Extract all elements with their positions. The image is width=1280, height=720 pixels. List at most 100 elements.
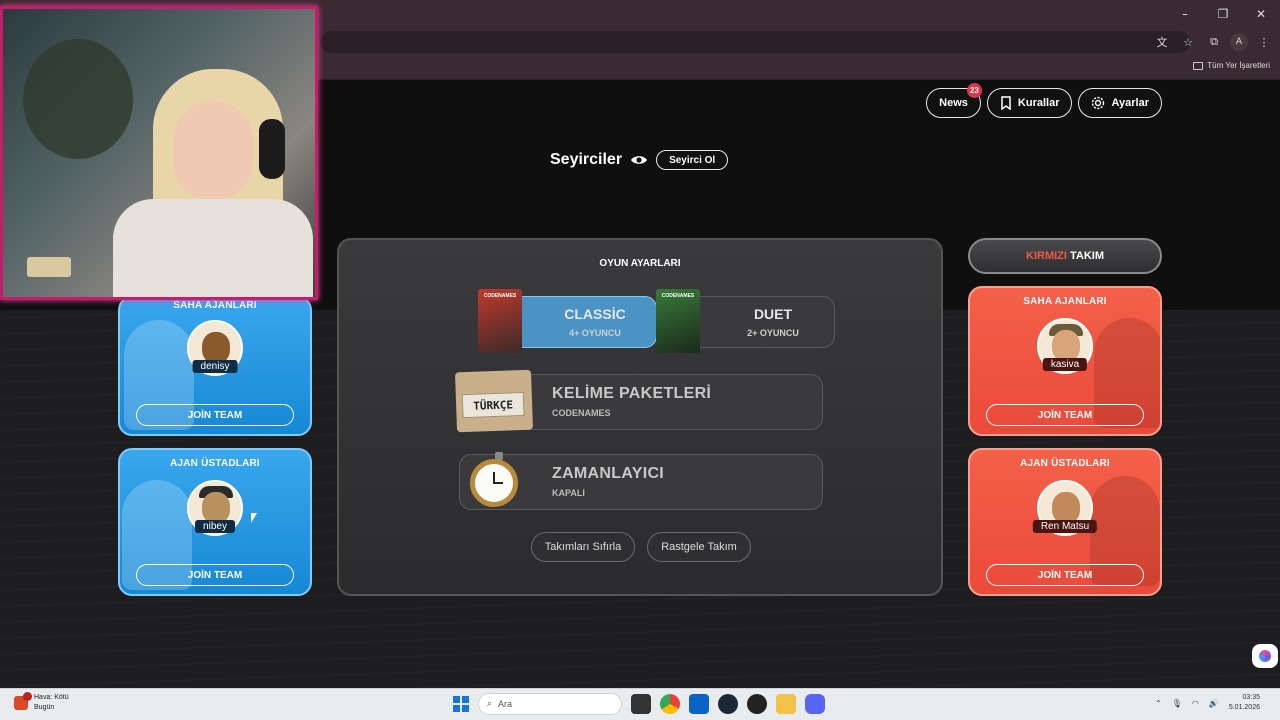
webcam-overlay [0, 6, 318, 300]
mode-classic-players: 4+ OYUNCU [569, 328, 621, 338]
timer-button[interactable]: ZAMANLAYICI KAPALI [459, 452, 823, 510]
search-icon: ⌕ [487, 699, 493, 709]
blue-field-agents-card: SAHA AJANLARI denisy JOİN TEAM [118, 296, 312, 436]
store-icon[interactable] [689, 694, 709, 714]
news-badge: 23 [966, 83, 982, 98]
player-name-ren-matsu: Ren Matsu [1032, 520, 1098, 533]
headphones [259, 119, 285, 179]
weather-status: Hava: Kötü [34, 694, 69, 701]
weather-icon [14, 692, 32, 710]
volume-icon[interactable]: 🔊 [1209, 699, 1219, 708]
microphone-icon[interactable]: 🎙 [1172, 699, 1182, 708]
system-tray: ⌃ 🎙 ◠ 🔊 03:35 5.01.2026 [1155, 693, 1260, 713]
clock-date: 5.01.2026 [1228, 704, 1260, 711]
settings-button[interactable]: Ayarlar [1078, 88, 1162, 118]
minimize-button[interactable]: – [1166, 0, 1204, 28]
folder-icon [1193, 61, 1204, 70]
blue-field-agents-title: SAHA AJANLARI [173, 300, 257, 311]
webcam-device [27, 257, 71, 277]
gear-icon [1092, 96, 1105, 110]
blue-spymasters-card: AJAN ÜSTADLARI nibey JOİN TEAM [118, 448, 312, 596]
blue-spymasters-title: AJAN ÜSTADLARI [170, 458, 260, 469]
news-label: News [939, 97, 968, 109]
reset-teams-button[interactable]: Takımları Sıfırla [531, 532, 635, 562]
steam-icon[interactable] [718, 694, 738, 714]
red-team-word: TAKIM [1069, 250, 1104, 262]
all-bookmarks-link[interactable]: Tüm Yer İşaretleri [1193, 61, 1270, 70]
random-team-button[interactable]: Rastgele Takım [647, 532, 751, 562]
player-name-denisy: denisy [192, 360, 238, 373]
all-bookmarks-label: Tüm Yer İşaretleri [1207, 61, 1270, 70]
search-placeholder: Ara [498, 699, 513, 709]
start-icon[interactable] [453, 696, 469, 712]
become-spectator-button[interactable]: Seyirci Ol [656, 150, 729, 170]
rules-button[interactable]: Kurallar [986, 88, 1073, 118]
timer-status: KAPALI [552, 488, 585, 498]
box-art-label: CODENAMES [483, 293, 517, 299]
mode-classic-button[interactable]: CODENAMES CLASSİC 4+ OYUNCU [478, 289, 657, 353]
file-explorer-icon[interactable] [776, 694, 796, 714]
red-field-agents-title: SAHA AJANLARI [1023, 296, 1107, 307]
mode-duet-label: DUET [753, 306, 793, 322]
news-button[interactable]: News 23 [926, 83, 982, 118]
mode-duet-players: 2+ OYUNCU [747, 328, 799, 338]
close-button[interactable]: ✕ [1242, 0, 1280, 28]
weather-day: Bugün [34, 704, 55, 711]
codenames-box-art: CODENAMES [478, 289, 522, 353]
blue-spymasters-join-button[interactable]: JOİN TEAM [136, 564, 294, 586]
settings-title: OYUN AYARLARI [599, 258, 681, 269]
taskbar-apps: ⌕ Ara [453, 693, 825, 715]
word-packs-button[interactable]: TÜRKÇE KELİME PAKETLERİ CODENAMES [454, 369, 823, 433]
weather-widget[interactable]: Hava: Kötü Bugün [14, 692, 69, 713]
taskbar-clock[interactable]: 03:35 5.01.2026 [1229, 693, 1260, 713]
rules-label: Kurallar [1017, 97, 1060, 109]
menu-icon[interactable]: ⋮ [1254, 32, 1274, 52]
webcam-face [173, 101, 253, 201]
spectators-title: Seyirciler [550, 151, 623, 168]
chevron-up-icon[interactable]: ⌃ [1155, 699, 1162, 708]
mode-duet-button[interactable]: CODENAMES DUET 2+ OYUNCU [656, 289, 835, 353]
player-name-nibey: nibey [195, 520, 235, 533]
red-spymasters-title: AJAN ÜSTADLARI [1020, 458, 1110, 469]
obs-icon[interactable] [747, 694, 767, 714]
word-packs-title: KELİME PAKETLERİ [552, 385, 712, 402]
word-pack-card: TÜRKÇE [454, 369, 534, 433]
clock-time: 03:35 [1242, 694, 1260, 701]
translate-icon[interactable]: 文 [1152, 32, 1172, 52]
webcam-body [113, 199, 313, 297]
eye-icon [631, 156, 648, 164]
extensions-icon[interactable]: ⧉ [1204, 32, 1224, 52]
settings-label: Ayarlar [1111, 97, 1149, 109]
red-team-header: KIRMIZI TAKIM [968, 238, 1162, 274]
bookmark-icon [1001, 96, 1011, 110]
box-art-label: CODENAMES [661, 293, 695, 299]
toolbar-icons: 文 ☆ ⧉ A ⋮ [1152, 28, 1280, 56]
word-pack-language: TÜRKÇE [461, 391, 525, 419]
profile-avatar[interactable]: A [1230, 33, 1248, 51]
blue-field-agents-join-button[interactable]: JOİN TEAM [136, 404, 294, 426]
webcam-background [23, 39, 133, 159]
spectators-section: Seyirciler Seyirci Ol [550, 150, 729, 170]
discord-icon[interactable] [805, 694, 825, 714]
bookmark-star-icon[interactable]: ☆ [1178, 32, 1198, 52]
codenames-duet-box-art: CODENAMES [656, 289, 700, 353]
windows-taskbar: Hava: Kötü Bugün ⌕ Ara ⌃ 🎙 ◠ 🔊 03:35 5.0… [0, 688, 1280, 720]
task-view-icon[interactable] [631, 694, 651, 714]
red-spymasters-card: AJAN ÜSTADLARI Ren Matsu JOİN TEAM [968, 448, 1162, 596]
mouse-cursor [251, 513, 257, 523]
maximize-button[interactable]: ❐ [1204, 0, 1242, 28]
player-name-kasiva: kasiva [1042, 358, 1088, 371]
red-spymasters-join-button[interactable]: JOİN TEAM [986, 564, 1144, 586]
red-field-agents-card: SAHA AJANLARI kasiva JOİN TEAM [968, 286, 1162, 436]
mode-classic-label: CLASSİC [564, 306, 626, 322]
window-controls: – ❐ ✕ [1166, 0, 1280, 28]
red-field-agents-join-button[interactable]: JOİN TEAM [986, 404, 1144, 426]
url-field[interactable] [320, 31, 1190, 53]
taskbar-search[interactable]: ⌕ Ara [478, 693, 622, 715]
copilot-widget[interactable] [1252, 644, 1278, 668]
red-team-color-word: KIRMIZI [1026, 250, 1067, 262]
chrome-icon[interactable] [660, 694, 680, 714]
timer-title: ZAMANLAYICI [552, 465, 665, 482]
wifi-icon[interactable]: ◠ [1192, 699, 1199, 708]
stopwatch-icon [470, 452, 518, 507]
